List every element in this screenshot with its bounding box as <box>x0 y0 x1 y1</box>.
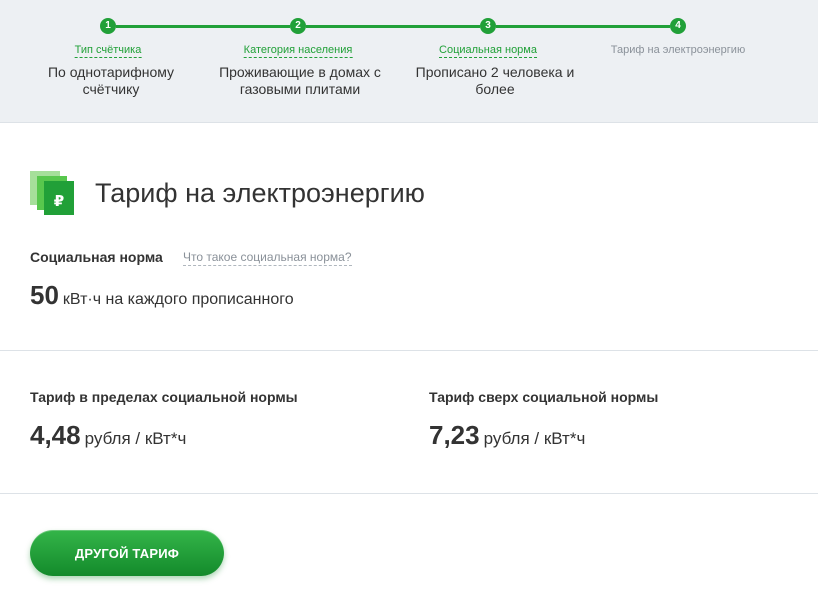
page-title: Тариф на электроэнергию <box>95 178 425 208</box>
step-4-label: Тариф на электроэнергию <box>610 44 746 56</box>
step-connector <box>496 25 670 28</box>
rate-above-label: Тариф сверх социальной нормы <box>429 389 659 405</box>
divider <box>0 350 818 351</box>
rate-within-unit: рубля / кВт*ч <box>84 429 187 448</box>
step-1-value: По однотарифному счётчику <box>47 64 175 97</box>
step-1-link[interactable]: Тип счётчика <box>74 43 142 58</box>
social-norm-row: 50 кВт·ч на каждого прописанного <box>30 280 294 311</box>
rate-above-unit: рубля / кВт*ч <box>483 429 586 448</box>
rate-above-value: 7,23 <box>429 420 480 450</box>
step-connector <box>116 25 290 28</box>
step-3-value: Прописано 2 человека и более <box>415 64 575 97</box>
step-2-link[interactable]: Категория населения <box>243 43 353 58</box>
divider <box>0 493 818 494</box>
step-3-link[interactable]: Социальная норма <box>439 43 537 58</box>
step-connector <box>306 25 480 28</box>
step-3-marker: 3 <box>480 18 496 34</box>
step-2-value: Проживающие в домах с газовыми плитами <box>219 64 381 97</box>
rate-within-value: 4,48 <box>30 420 81 450</box>
step-4-marker: 4 <box>670 18 686 34</box>
social-norm-unit: кВт·ч на каждого прописанного <box>62 291 294 308</box>
rate-within-label: Тариф в пределах социальной нормы <box>30 389 298 405</box>
progress-stepper: 1 2 3 4 Тип счётчика Категория населения… <box>0 0 818 123</box>
rate-within-row: 4,48 рубля / кВт*ч <box>30 420 186 451</box>
social-norm-label: Социальная норма <box>30 249 163 265</box>
social-norm-help-link[interactable]: Что такое социальная норма? <box>183 250 352 266</box>
rate-above-row: 7,23 рубля / кВт*ч <box>429 420 585 451</box>
step-1-marker: 1 <box>100 18 116 34</box>
svg-text:₽: ₽ <box>54 192 64 210</box>
social-norm-value: 50 <box>30 280 59 310</box>
ruble-documents-icon: ₽ <box>30 171 74 215</box>
step-2-marker: 2 <box>290 18 306 34</box>
other-tariff-button[interactable]: ДРУГОЙ ТАРИФ <box>30 530 224 576</box>
